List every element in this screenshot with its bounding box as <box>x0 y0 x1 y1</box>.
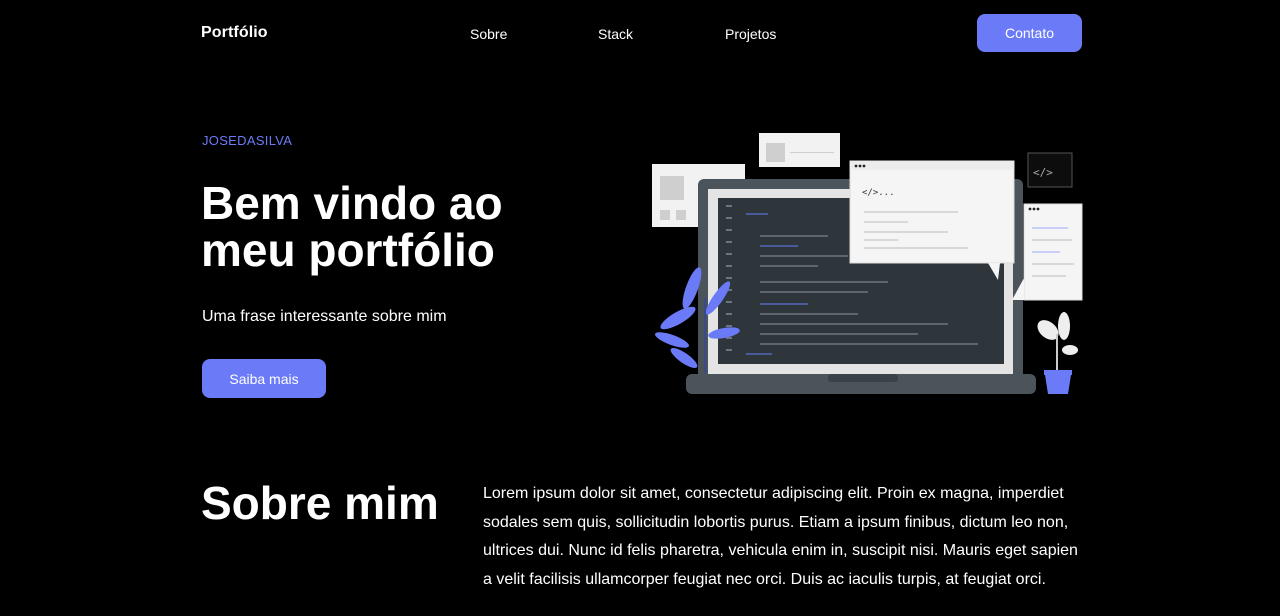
brand-logo[interactable]: Portfólio <box>201 24 268 42</box>
nav-link-sobre[interactable]: Sobre <box>470 26 507 42</box>
nav-link-projetos[interactable]: Projetos <box>725 26 776 42</box>
hero-eyebrow: JOSEDASILVA <box>202 133 293 148</box>
about-title: Sobre mim <box>201 477 439 529</box>
nav-link-stack[interactable]: Stack <box>598 26 633 42</box>
about-text: Lorem ipsum dolor sit amet, consectetur … <box>483 485 1078 588</box>
hero-subtitle: Uma frase interessante sobre mim <box>202 308 447 325</box>
contact-button[interactable]: Contato <box>977 14 1082 52</box>
code-snippet-text: </>... <box>862 188 895 198</box>
hero-title: Bem vindo ao meu portfólio <box>201 177 503 276</box>
developer-laptop-illustration: </>... </> <box>652 133 1083 394</box>
top-navbar: Portfólio Sobre Stack Projetos Contato <box>0 0 1280 66</box>
learn-more-button[interactable]: Saiba mais <box>202 359 326 398</box>
svg-text:</>: </> <box>1033 166 1053 179</box>
